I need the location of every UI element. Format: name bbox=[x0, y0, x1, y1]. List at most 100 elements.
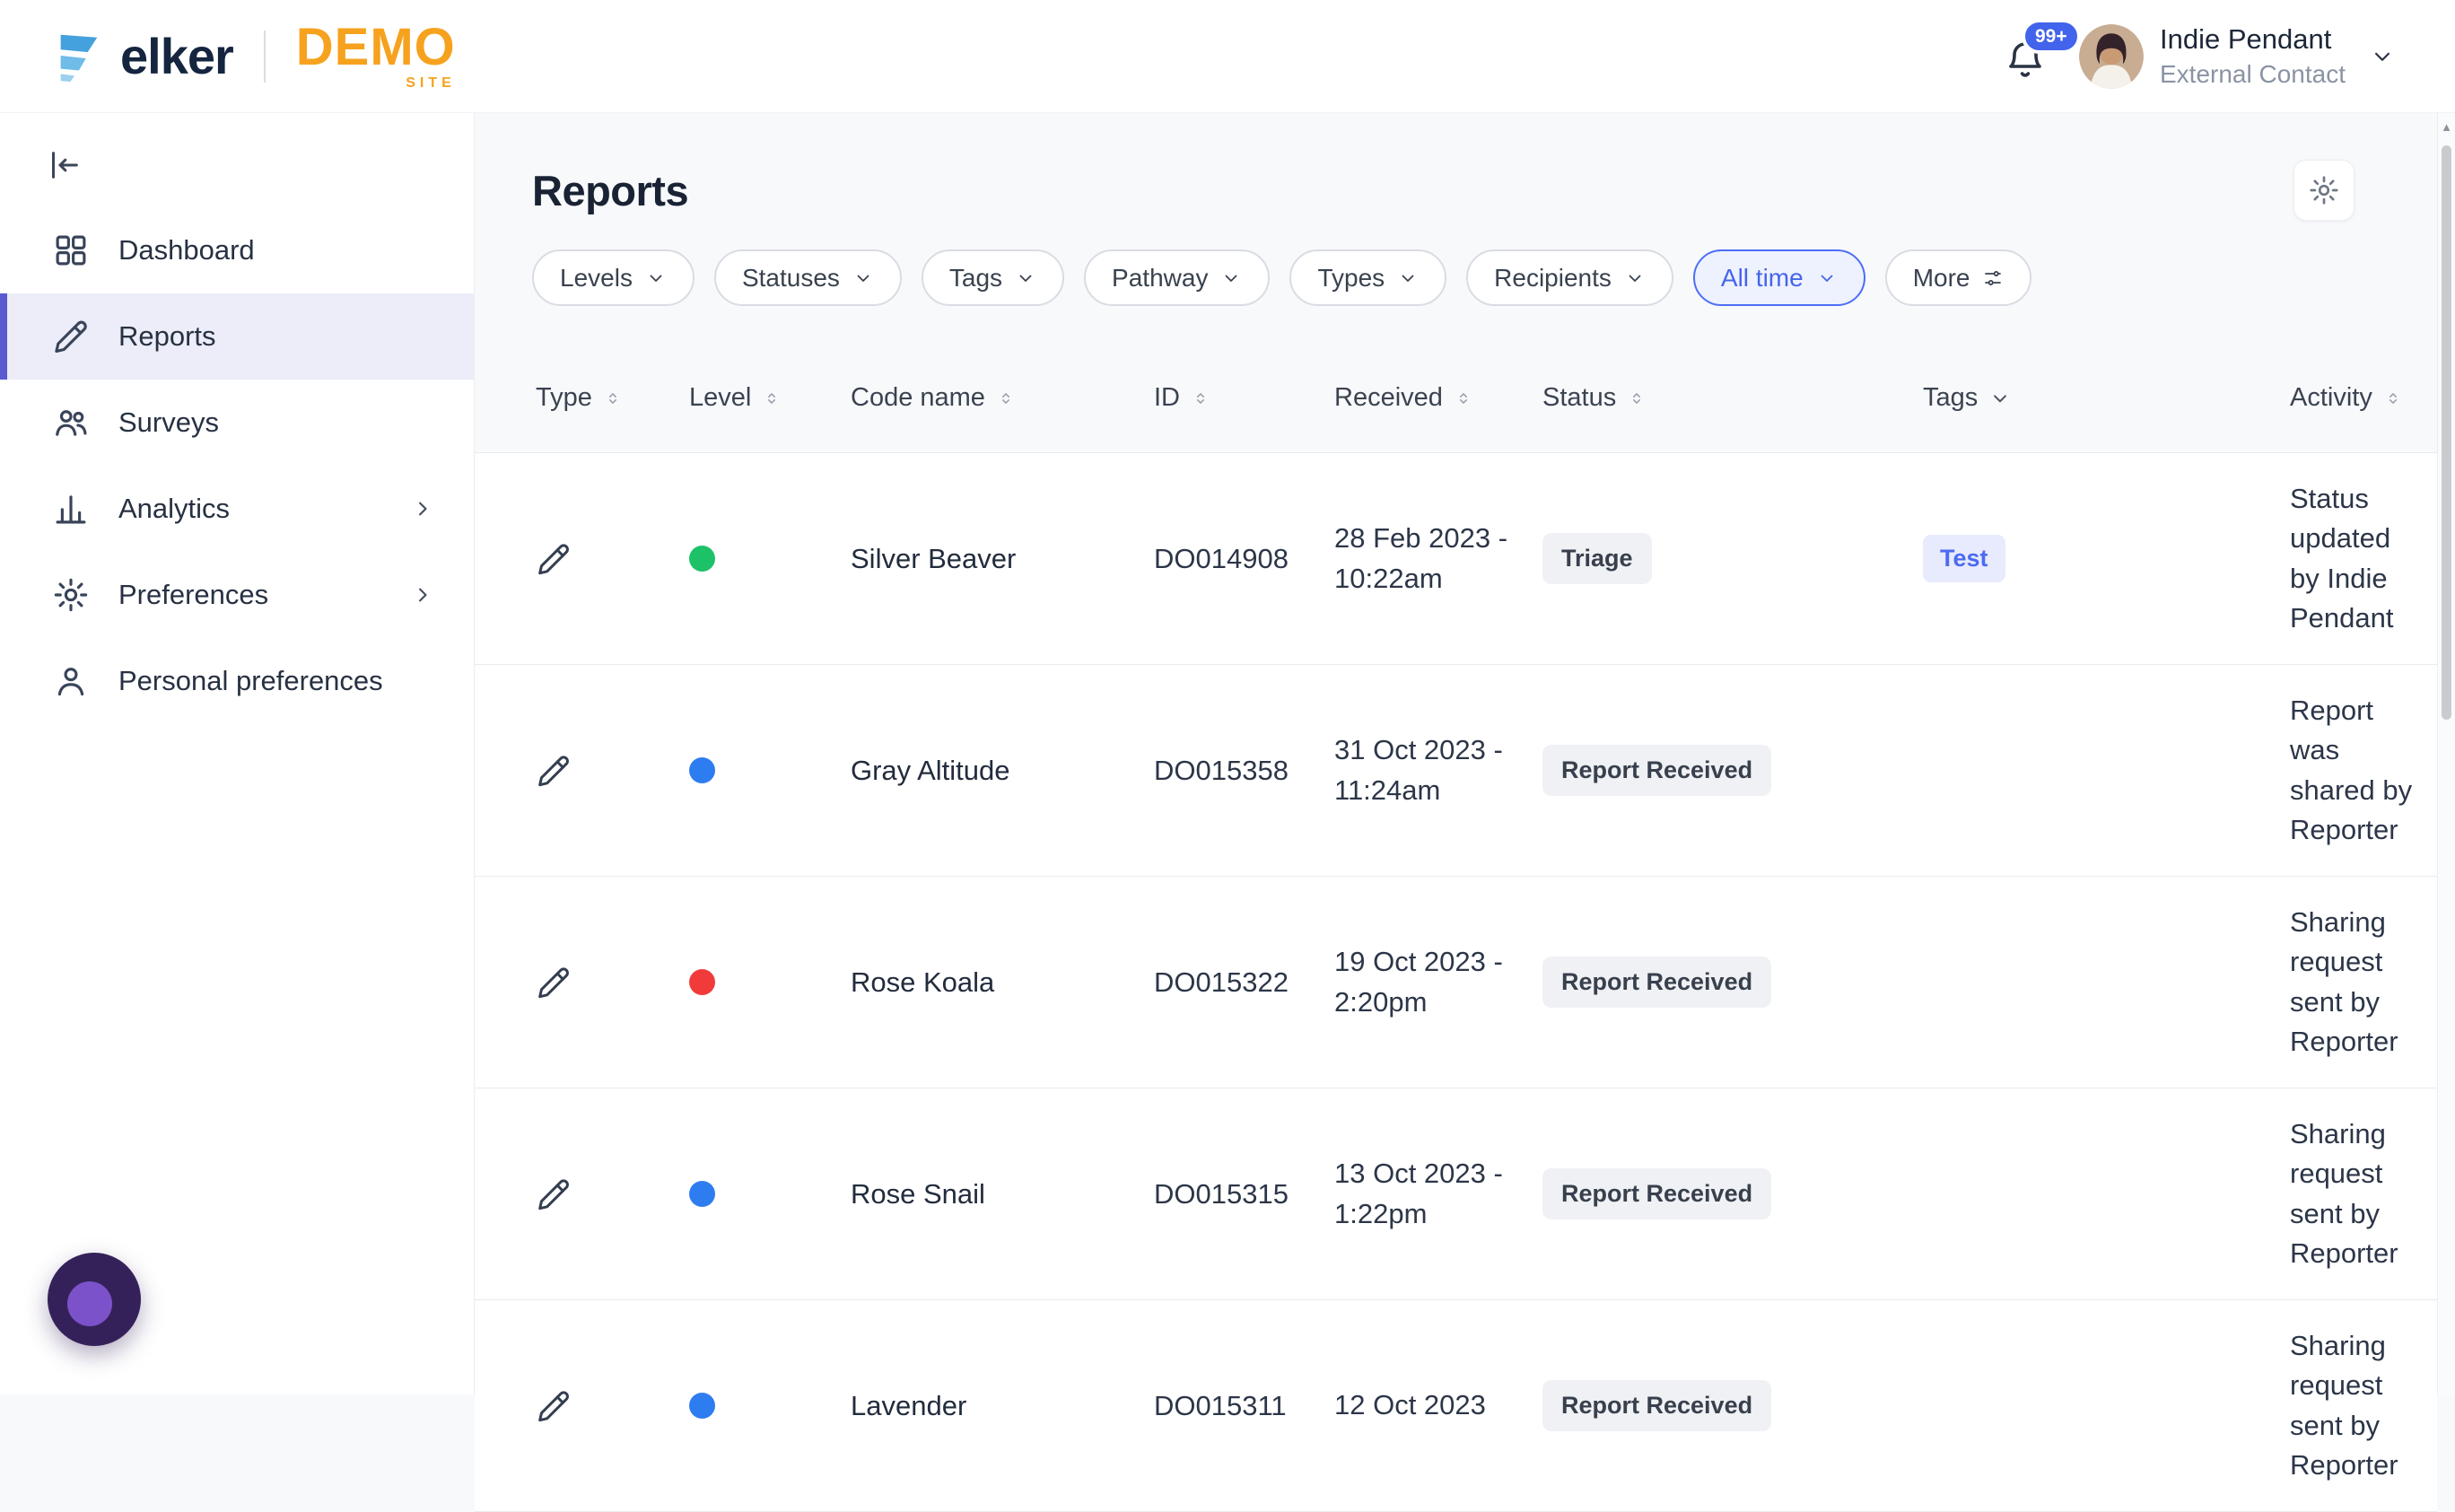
chevron-down-icon bbox=[1624, 267, 1646, 289]
elker-logo-text: elker bbox=[120, 27, 233, 85]
column-header-id[interactable]: ID bbox=[1154, 383, 1334, 413]
vertical-scrollbar[interactable]: ▲ bbox=[2437, 113, 2455, 1394]
table-header: Type Level Code name ID Received Status … bbox=[475, 383, 2437, 413]
code-name: Rose Snail bbox=[851, 1178, 1154, 1210]
pen-icon bbox=[536, 541, 572, 577]
pen-icon bbox=[536, 753, 572, 789]
filter-more[interactable]: More bbox=[1885, 249, 2032, 306]
column-label: Type bbox=[536, 383, 592, 413]
scrollbar-up-arrow[interactable]: ▲ bbox=[2438, 113, 2455, 140]
column-label: Code name bbox=[851, 383, 985, 413]
level-dot bbox=[689, 546, 715, 572]
status-badge: Report Received bbox=[1542, 745, 1771, 796]
received-date: 12 Oct 2023 bbox=[1334, 1385, 1542, 1426]
column-label: Level bbox=[689, 383, 751, 413]
page-header: Reports bbox=[475, 113, 2437, 221]
chat-widget-button[interactable] bbox=[48, 1253, 141, 1346]
filter-label: Levels bbox=[560, 264, 633, 293]
column-label: Activity bbox=[2290, 383, 2372, 413]
chevron-down-icon bbox=[1816, 267, 1838, 289]
user-name: Indie Pendant bbox=[2160, 23, 2346, 56]
sidebar-item-dashboard[interactable]: Dashboard bbox=[0, 207, 474, 293]
sidebar-item-label: Dashboard bbox=[118, 234, 255, 267]
filter-label: Recipients bbox=[1494, 264, 1612, 293]
table-row[interactable]: Lavender DO015311 12 Oct 2023 Report Rec… bbox=[475, 1300, 2437, 1512]
filter-statuses[interactable]: Statuses bbox=[714, 249, 902, 306]
scrollbar-thumb[interactable] bbox=[2442, 145, 2451, 720]
notification-count-badge: 99+ bbox=[2022, 19, 2081, 54]
table-row[interactable]: Silver Beaver DO014908 28 Feb 2023 - 10:… bbox=[475, 453, 2437, 665]
level-dot bbox=[689, 969, 715, 995]
report-id: DO015358 bbox=[1154, 755, 1334, 787]
filter-bar: Levels Statuses Tags Pathway Types Recip… bbox=[475, 249, 2437, 306]
sidebar-item-reports[interactable]: Reports bbox=[0, 293, 474, 380]
user-menu[interactable]: Indie Pendant External Contact bbox=[2079, 23, 2396, 89]
chat-widget-inner-dot bbox=[67, 1281, 112, 1326]
received-date: 13 Oct 2023 - 1:22pm bbox=[1334, 1154, 1542, 1235]
gear-icon bbox=[2308, 174, 2340, 206]
tag-badge: Test bbox=[1923, 535, 2005, 582]
activity-text: Report was shared by Reporter bbox=[2290, 691, 2424, 849]
people-icon bbox=[52, 404, 90, 441]
filter-label: Statuses bbox=[742, 264, 840, 293]
report-id: DO015322 bbox=[1154, 966, 1334, 999]
report-type-cell bbox=[536, 965, 689, 1001]
topbar-right: 99+ Indie Pendant External Contact bbox=[2004, 23, 2396, 89]
table-body: Silver Beaver DO014908 28 Feb 2023 - 10:… bbox=[475, 452, 2437, 1512]
notifications-button[interactable]: 99+ bbox=[2004, 33, 2050, 80]
column-header-type[interactable]: Type bbox=[536, 383, 689, 413]
pen-icon bbox=[536, 1176, 572, 1212]
sidebar-item-personal-preferences[interactable]: Personal preferences bbox=[0, 638, 474, 724]
status-cell: Report Received bbox=[1542, 1168, 1923, 1219]
report-id: DO015315 bbox=[1154, 1178, 1334, 1210]
filter-recipients[interactable]: Recipients bbox=[1466, 249, 1673, 306]
column-header-status[interactable]: Status bbox=[1542, 383, 1923, 413]
filter-tags[interactable]: Tags bbox=[922, 249, 1064, 306]
collapse-sidebar-icon bbox=[47, 147, 83, 183]
sidebar-item-surveys[interactable]: Surveys bbox=[0, 380, 474, 466]
chevron-down-icon bbox=[645, 267, 667, 289]
table-row[interactable]: Rose Koala DO015322 19 Oct 2023 - 2:20pm… bbox=[475, 877, 2437, 1088]
column-header-activity[interactable]: Activity bbox=[2290, 383, 2424, 413]
chevron-down-icon bbox=[2369, 43, 2396, 70]
table-row[interactable]: Gray Altitude DO015358 31 Oct 2023 - 11:… bbox=[475, 665, 2437, 877]
received-date: 28 Feb 2023 - 10:22am bbox=[1334, 519, 1542, 599]
topbar-left: elker DEMO SITE bbox=[50, 22, 456, 91]
column-header-level[interactable]: Level bbox=[689, 383, 851, 413]
filter-levels[interactable]: Levels bbox=[532, 249, 695, 306]
demo-sub-label: SITE bbox=[406, 76, 456, 91]
report-type-cell bbox=[536, 541, 689, 577]
tags-cell: Test bbox=[1923, 535, 2290, 582]
sidebar-item-analytics[interactable]: Analytics bbox=[0, 466, 474, 552]
sidebar-collapse-button[interactable] bbox=[47, 145, 86, 185]
column-header-tags[interactable]: Tags bbox=[1923, 383, 2290, 413]
column-label: Tags bbox=[1923, 383, 1978, 413]
table-settings-button[interactable] bbox=[2293, 160, 2355, 221]
sidebar-item-preferences[interactable]: Preferences bbox=[0, 552, 474, 638]
level-dot bbox=[689, 757, 715, 783]
sliders-icon bbox=[1982, 267, 2004, 289]
column-header-code-name[interactable]: Code name bbox=[851, 383, 1154, 413]
level-dot bbox=[689, 1393, 715, 1419]
sidebar-item-label: Preferences bbox=[118, 579, 268, 611]
status-badge: Report Received bbox=[1542, 1380, 1771, 1431]
filter-label: More bbox=[1913, 264, 1970, 293]
code-name: Silver Beaver bbox=[851, 543, 1154, 575]
filter-pathway[interactable]: Pathway bbox=[1084, 249, 1270, 306]
elker-logo[interactable]: elker bbox=[50, 27, 233, 85]
filter-types[interactable]: Types bbox=[1289, 249, 1446, 306]
sidebar-item-label: Analytics bbox=[118, 493, 230, 525]
pen-icon bbox=[536, 1388, 572, 1424]
level-cell bbox=[689, 757, 851, 783]
column-header-received[interactable]: Received bbox=[1334, 383, 1542, 413]
table-row[interactable]: Rose Snail DO015315 13 Oct 2023 - 1:22pm… bbox=[475, 1088, 2437, 1300]
status-cell: Report Received bbox=[1542, 745, 1923, 796]
sort-icon bbox=[1627, 389, 1647, 408]
filter-all-time[interactable]: All time bbox=[1693, 249, 1865, 306]
status-badge: Triage bbox=[1542, 533, 1652, 584]
level-cell bbox=[689, 1393, 851, 1419]
column-label: ID bbox=[1154, 383, 1180, 413]
user-info: Indie Pendant External Contact bbox=[2160, 23, 2346, 89]
activity-text: Sharing request sent by Reporter bbox=[2290, 903, 2424, 1061]
status-cell: Report Received bbox=[1542, 957, 1923, 1008]
